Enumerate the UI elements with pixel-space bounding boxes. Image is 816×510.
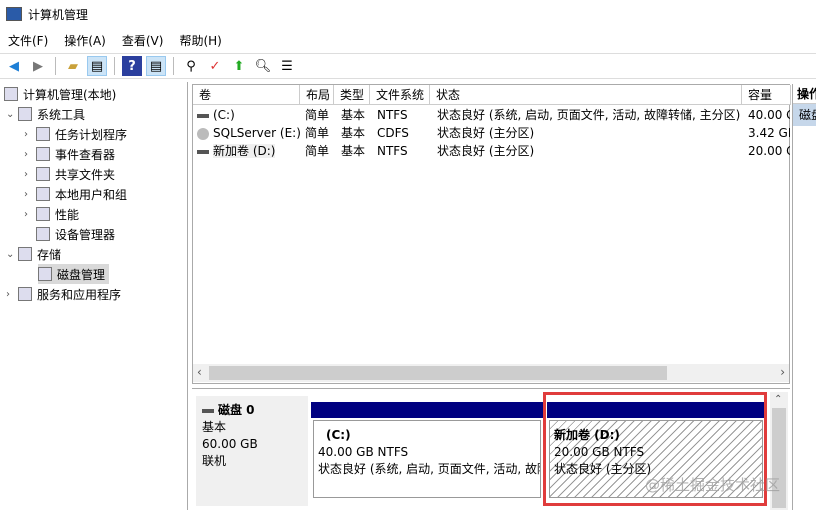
export-icon[interactable]: ⬆ xyxy=(229,56,249,76)
computer-icon xyxy=(4,87,18,101)
tree-item-services-apps[interactable]: › 服务和应用程序 xyxy=(6,284,121,304)
table-row[interactable]: 新加卷 (D:) 简单基本NTFS状态良好 (主分区)20.00 G xyxy=(193,142,791,160)
menu-file[interactable]: 文件(F) xyxy=(8,32,48,49)
clock-icon xyxy=(36,127,50,141)
menu-action[interactable]: 操作(A) xyxy=(64,32,106,49)
column-header-capacity[interactable]: 容量 xyxy=(742,85,791,105)
actions-item-disk[interactable]: 磁盘 xyxy=(793,104,816,126)
toolbar: ◀ ▶ ▰ ▤ ? ▤ ⚲ ✓ ⬆ 🔍︎ ☰ xyxy=(0,53,816,79)
watermark: @稀土掘金技术社区 xyxy=(645,476,781,494)
computer-management-icon xyxy=(6,7,22,21)
disk-icon xyxy=(38,267,52,281)
search-icon[interactable]: 🔍︎ xyxy=(253,56,273,76)
menu-help[interactable]: 帮助(H) xyxy=(179,32,221,49)
scroll-right-icon[interactable]: › xyxy=(780,365,785,379)
services-icon xyxy=(18,287,32,301)
tree-item-computer-management[interactable]: 计算机管理(本地) xyxy=(4,84,116,104)
tree-item-system-tools[interactable]: ⌄ 系统工具 xyxy=(6,104,85,124)
actions-header: 操作 xyxy=(793,84,816,104)
table-row[interactable]: (C:) 简单 基本 NTFS 状态良好 (系统, 启动, 页面文件, 活动, 故障转… xyxy=(193,106,791,124)
show-hide-tree-icon[interactable]: ▤ xyxy=(87,56,107,76)
check-icon[interactable]: ✓ xyxy=(205,56,225,76)
up-folder-icon[interactable]: ▰ xyxy=(63,56,83,76)
menu-view[interactable]: 查看(V) xyxy=(122,32,164,49)
column-header-filesystem[interactable]: 文件系统 xyxy=(370,85,430,105)
drive-icon xyxy=(197,113,209,118)
disk-0-info[interactable]: 磁盘 0 基本 60.00 GB 联机 xyxy=(196,396,308,506)
performance-icon xyxy=(36,207,50,221)
forward-icon[interactable]: ▶ xyxy=(28,56,48,76)
table-row[interactable]: SQLServer (E:) 简单基本CDFS状态良好 (主分区)3.42 GB xyxy=(193,124,791,142)
partition-c-bar xyxy=(311,402,543,418)
tree-item-event-viewer[interactable]: › 事件查看器 xyxy=(24,144,115,164)
column-header-status[interactable]: 状态 xyxy=(430,85,742,105)
column-header-layout[interactable]: 布局 xyxy=(300,85,334,105)
title-bar: 计算机管理 xyxy=(0,0,816,28)
connect-icon[interactable]: ⚲ xyxy=(181,56,201,76)
cd-drive-icon xyxy=(197,127,209,140)
tree-item-local-users[interactable]: › 本地用户和组 xyxy=(24,184,127,204)
window-title: 计算机管理 xyxy=(28,7,89,22)
storage-icon xyxy=(18,247,32,261)
back-icon[interactable]: ◀ xyxy=(4,56,24,76)
tree-item-task-scheduler[interactable]: › 任务计划程序 xyxy=(24,124,127,144)
volume-list: 卷 布局 类型 文件系统 状态 容量 (C:) 简单 基本 NTFS 状态良好 (系统… xyxy=(192,84,791,384)
horizontal-scrollbar[interactable]: ‹ › xyxy=(193,364,789,382)
help-icon[interactable]: ? xyxy=(122,56,142,76)
navigation-tree: 计算机管理(本地) ⌄ 系统工具 › 任务计划程序 › 事件查看器 › 共享文件夹 › 本… xyxy=(0,82,188,510)
disk-icon xyxy=(202,408,214,413)
tree-item-device-manager[interactable]: 设备管理器 xyxy=(24,224,115,244)
column-header-type[interactable]: 类型 xyxy=(334,85,370,105)
event-viewer-icon xyxy=(36,147,50,161)
scrollbar-thumb[interactable] xyxy=(209,366,667,380)
tree-item-storage[interactable]: ⌄ 存储 xyxy=(6,244,61,264)
shared-folder-icon xyxy=(36,167,50,181)
drive-icon xyxy=(197,149,209,154)
tree-item-shared-folders[interactable]: › 共享文件夹 xyxy=(24,164,115,184)
tree-item-disk-management[interactable]: 磁盘管理 xyxy=(38,264,110,284)
scroll-up-icon[interactable]: ⌃ xyxy=(774,394,782,405)
menu-bar: 文件(F) 操作(A) 查看(V) 帮助(H) xyxy=(0,28,816,52)
users-icon xyxy=(36,187,50,201)
device-manager-icon xyxy=(36,227,50,241)
tree-item-performance[interactable]: › 性能 xyxy=(24,204,79,224)
actions-pane: 操作 磁盘 xyxy=(792,84,816,510)
properties-icon[interactable]: ☰ xyxy=(277,56,297,76)
partition-c[interactable]: (C:) 40.00 GB NTFS 状态良好 (系统, 启动, 页面文件, 活… xyxy=(313,420,541,498)
scroll-left-icon[interactable]: ‹ xyxy=(197,365,202,379)
tools-icon xyxy=(18,107,32,121)
column-header-volume[interactable]: 卷 xyxy=(193,85,300,105)
show-action-pane-icon[interactable]: ▤ xyxy=(146,56,166,76)
